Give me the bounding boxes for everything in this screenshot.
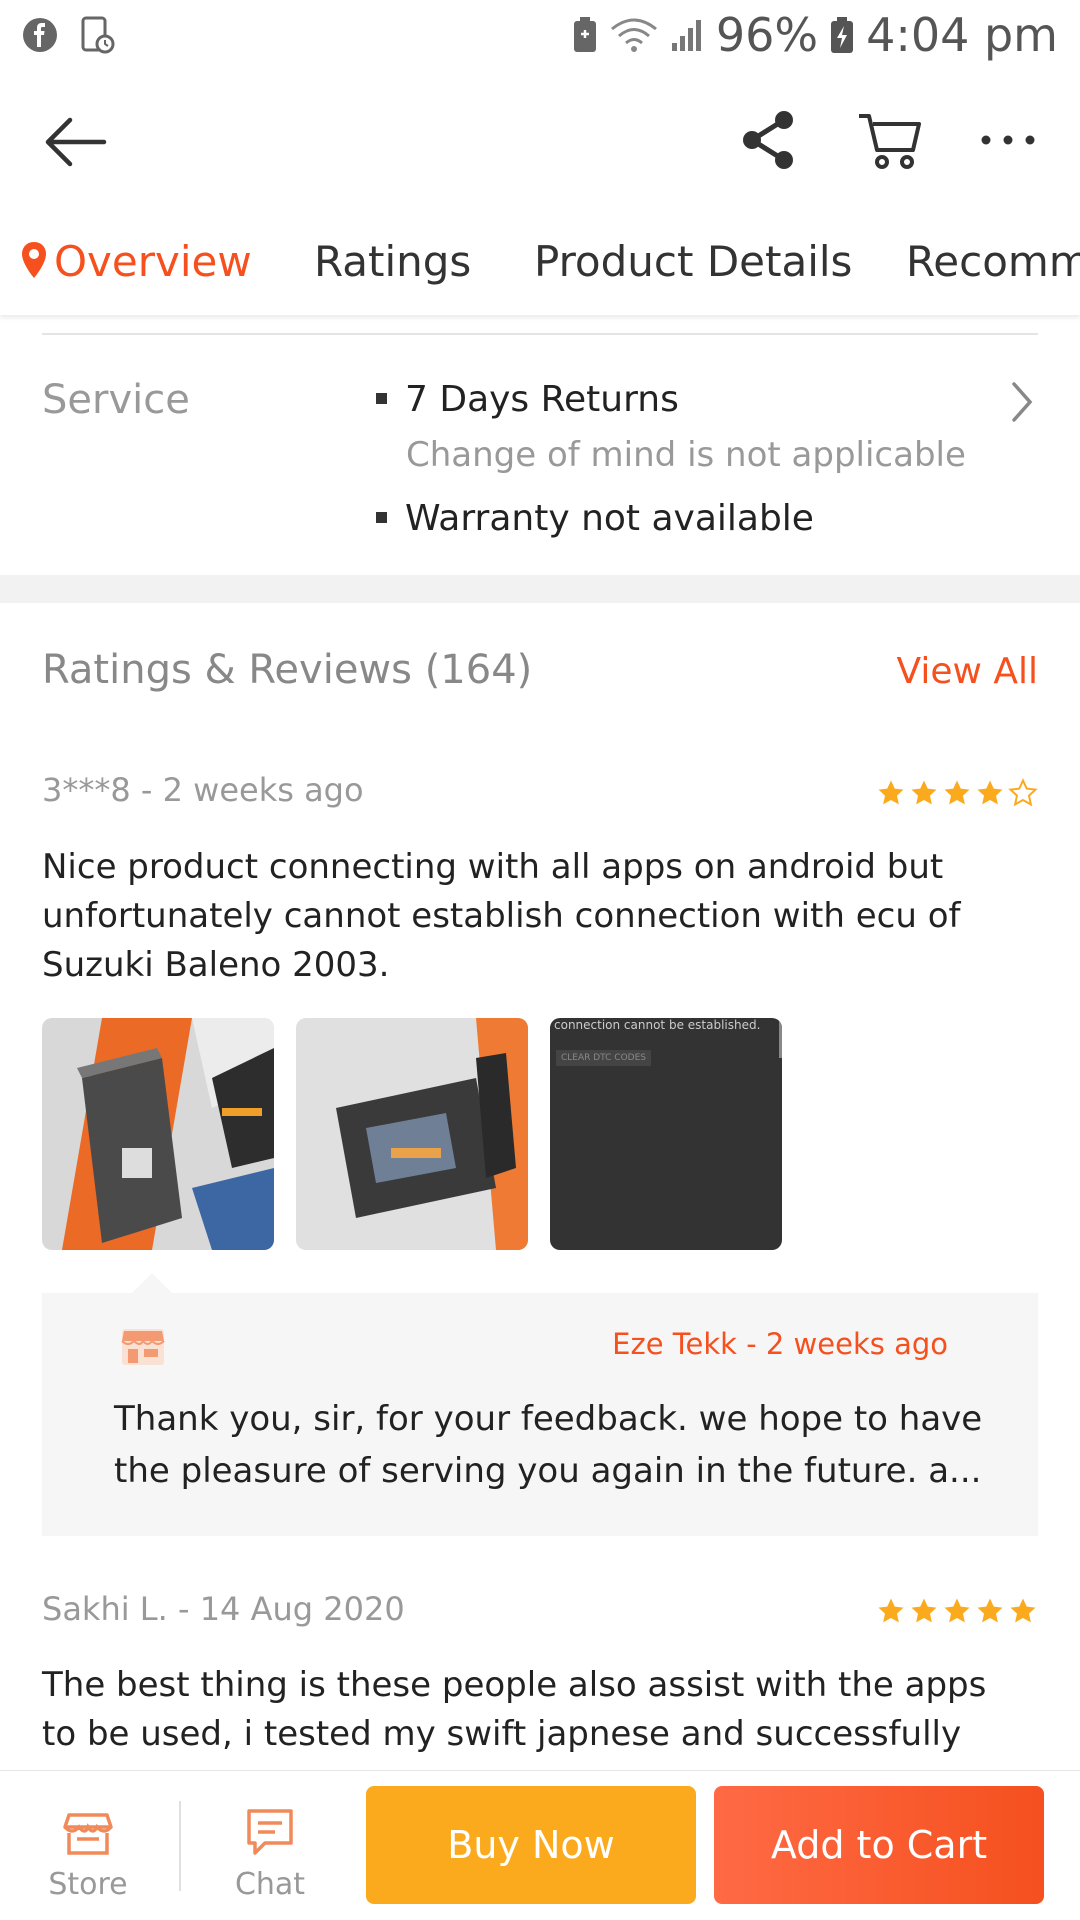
service-returns: 7 Days Returns bbox=[376, 379, 679, 420]
add-to-cart-button[interactable]: Add to Cart bbox=[714, 1786, 1044, 1904]
service-section[interactable]: Service 7 Days Returns Change of mind is… bbox=[0, 315, 1080, 575]
view-all-link[interactable]: View All bbox=[896, 651, 1038, 692]
store-label: Store bbox=[48, 1867, 128, 1902]
star-filled-icon bbox=[878, 1598, 904, 1623]
store-icon bbox=[120, 1327, 166, 1367]
review-photo[interactable] bbox=[296, 1018, 528, 1250]
tab-recommended[interactable]: Recomm bbox=[906, 237, 1080, 286]
review-meta: 3***8 - 2 weeks ago bbox=[42, 771, 364, 809]
reviews-title: Ratings & Reviews (164) bbox=[42, 647, 533, 693]
ratings-reviews-section: Ratings & Reviews (164) View All 3***8 -… bbox=[0, 603, 1080, 1770]
reply-caret bbox=[132, 1273, 172, 1293]
divider bbox=[179, 1801, 181, 1891]
photo-caption: CLEAR DTC CODES bbox=[556, 1050, 651, 1066]
tab-recommended-label: Recomm bbox=[906, 237, 1080, 286]
service-returns-label: 7 Days Returns bbox=[405, 379, 679, 420]
store-icon bbox=[63, 1807, 113, 1857]
tab-product-details[interactable]: Product Details bbox=[534, 237, 852, 286]
photo-caption: connection cannot be established. bbox=[554, 1018, 761, 1032]
share-icon[interactable] bbox=[738, 108, 798, 172]
review-photo-screenshot[interactable]: connection cannot be established. CLEAR … bbox=[550, 1018, 782, 1250]
chat-button[interactable]: Chat bbox=[200, 1771, 340, 1920]
more-icon[interactable] bbox=[978, 125, 1038, 155]
photo-scrollbar bbox=[779, 1018, 782, 1058]
status-bar: 96% 4:04 pm bbox=[0, 0, 1080, 70]
chat-icon bbox=[245, 1807, 295, 1857]
bullet bbox=[376, 392, 387, 404]
review-photo[interactable] bbox=[42, 1018, 274, 1250]
star-filled-icon bbox=[977, 1598, 1003, 1623]
service-label: Service bbox=[42, 377, 190, 423]
star-filled-icon bbox=[878, 780, 904, 805]
charging-battery-icon bbox=[830, 16, 854, 54]
bottom-action-bar: Store Chat Buy Now Add to Cart bbox=[0, 1770, 1080, 1920]
wifi-icon bbox=[610, 17, 658, 53]
back-arrow-icon[interactable] bbox=[40, 112, 110, 172]
reply-meta: Eze Tekk - 2 weeks ago bbox=[612, 1327, 948, 1361]
seller-reply: Eze Tekk - 2 weeks ago Thank you, sir, f… bbox=[42, 1293, 1038, 1536]
store-button[interactable]: Store bbox=[18, 1771, 158, 1920]
battery-saver-icon bbox=[572, 16, 598, 54]
buy-now-button[interactable]: Buy Now bbox=[366, 1786, 696, 1904]
tab-ratings-label: Ratings bbox=[314, 237, 472, 286]
review-meta: Sakhi L. - 14 Aug 2020 bbox=[42, 1590, 405, 1628]
star-filled-icon bbox=[1010, 1598, 1036, 1623]
service-returns-note: Change of mind is not applicable bbox=[406, 435, 966, 475]
service-warranty: Warranty not available bbox=[376, 498, 814, 539]
tab-overview[interactable]: Overview bbox=[20, 237, 252, 290]
reply-text: Thank you, sir, for your feedback. we ho… bbox=[114, 1399, 983, 1491]
chevron-right-icon[interactable] bbox=[1008, 380, 1036, 424]
service-warranty-label: Warranty not available bbox=[405, 498, 814, 539]
facebook-icon bbox=[22, 17, 58, 53]
star-filled-icon bbox=[944, 1598, 970, 1623]
star-empty-icon bbox=[1008, 778, 1038, 807]
bullet bbox=[376, 511, 387, 523]
tab-product-details-label: Product Details bbox=[534, 237, 853, 286]
tab-ratings[interactable]: Ratings bbox=[314, 237, 471, 286]
location-pin-icon bbox=[20, 240, 48, 290]
battery-percent: 96% bbox=[715, 8, 819, 62]
clock: 4:04 pm bbox=[866, 8, 1058, 62]
chat-label: Chat bbox=[234, 1867, 306, 1902]
star-rating bbox=[876, 1596, 1038, 1626]
star-filled-icon bbox=[911, 1598, 937, 1623]
app-bar bbox=[0, 70, 1080, 215]
review-text: Nice product connecting with all apps on… bbox=[42, 847, 961, 985]
cart-icon[interactable] bbox=[855, 108, 925, 172]
star-filled-icon bbox=[977, 780, 1003, 805]
divider bbox=[42, 333, 1038, 335]
star-filled-icon bbox=[911, 780, 937, 805]
tab-overview-label: Overview bbox=[54, 237, 252, 286]
star-filled-icon bbox=[944, 780, 970, 805]
app-notification-icon bbox=[80, 16, 116, 54]
signal-icon bbox=[670, 17, 704, 53]
star-rating bbox=[876, 778, 1038, 808]
review-text: The best thing is these people also assi… bbox=[42, 1665, 987, 1754]
section-tabs: Overview Ratings Product Details Recomm bbox=[0, 215, 1080, 315]
